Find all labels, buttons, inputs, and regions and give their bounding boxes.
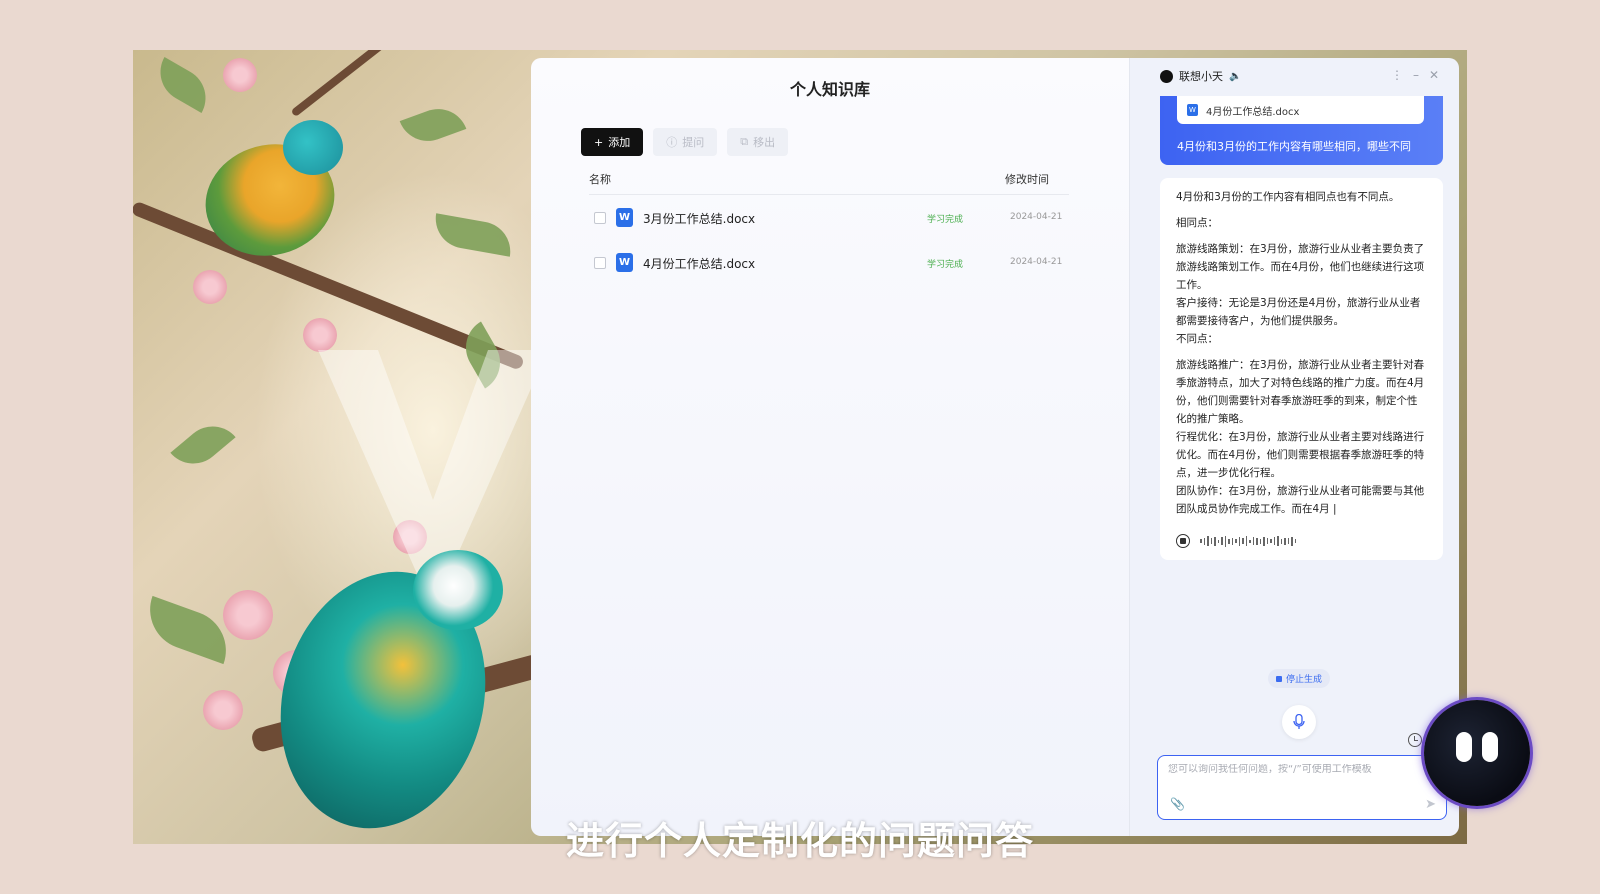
remove-button[interactable]: ⧉ 移出 xyxy=(727,128,789,156)
ask-button-label: 提问 xyxy=(682,136,705,149)
add-button-label: 添加 xyxy=(608,136,631,149)
close-icon[interactable]: ✕ xyxy=(1429,68,1439,82)
learn-status: 学习完成 xyxy=(927,260,964,270)
learn-status: 学习完成 xyxy=(927,215,964,225)
leaf xyxy=(138,595,238,665)
stop-generation-label: 停止生成 xyxy=(1286,675,1323,685)
column-name: 名称 xyxy=(589,173,611,186)
user-message-text: 4月份和3月份的工作内容有哪些相同，哪些不同 xyxy=(1177,140,1411,153)
table-row[interactable]: W 3月份工作总结.docx 学习完成 2024-04-21 xyxy=(589,203,1069,233)
leaf xyxy=(399,100,467,150)
stop-playback-icon[interactable] xyxy=(1176,534,1190,548)
assistant-logo-icon xyxy=(1160,69,1173,83)
stop-generation-button[interactable]: 停止生成 xyxy=(1268,669,1331,688)
stop-square-icon xyxy=(1276,675,1282,682)
voice-playback xyxy=(1176,534,1296,548)
attachment-card[interactable]: W 4月份工作总结.docx xyxy=(1177,96,1424,124)
window-controls: ⋮ – ✕ xyxy=(1391,68,1439,82)
plus-icon: + xyxy=(594,135,604,149)
audio-waveform xyxy=(1200,535,1296,547)
more-icon[interactable]: ⋮ xyxy=(1391,68,1403,82)
bird-lower-head xyxy=(413,550,503,630)
reply-diff-item: 行程优化：在3月份，旅游行业从业者主要对线路进行优化。而在4月份，他们则需要根据… xyxy=(1176,431,1425,479)
word-doc-icon: W xyxy=(616,253,633,272)
microphone-button[interactable] xyxy=(1282,705,1316,739)
user-message-bubble: W 4月份工作总结.docx 4月份和3月份的工作内容有哪些相同，哪些不同 xyxy=(1160,96,1443,165)
word-doc-icon: W xyxy=(1187,104,1198,116)
assistant-reply: 4月份和3月份的工作内容有相同点也有不同点。 相同点： 旅游线路策划：在3月份，… xyxy=(1160,178,1443,560)
attachment-name: 4月份工作总结.docx xyxy=(1206,106,1300,118)
blossom xyxy=(203,690,243,730)
assistant-name: 联想小天 xyxy=(1179,70,1223,83)
branch xyxy=(290,50,485,118)
file-date: 2024-04-21 xyxy=(1010,257,1063,267)
blossom xyxy=(303,318,337,352)
attach-icon[interactable]: 📎 xyxy=(1170,797,1185,811)
avatar-eye xyxy=(1482,732,1498,762)
export-icon: ⧉ xyxy=(740,135,749,148)
reply-same-item: 旅游线路策划：在3月份，旅游行业从业者主要负责了旅游线路策划工作。而在4月份，他… xyxy=(1176,243,1425,291)
reply-intro: 4月份和3月份的工作内容有相同点也有不同点。 xyxy=(1176,191,1400,203)
file-name[interactable]: 4月份工作总结.docx xyxy=(643,255,755,272)
remove-button-label: 移出 xyxy=(753,136,776,149)
chat-input[interactable] xyxy=(1168,764,1433,775)
avatar-eye xyxy=(1456,732,1472,762)
assistant-header: 联想小天 🔈 xyxy=(1160,68,1241,84)
bird-upper-head xyxy=(283,120,343,175)
reply-same-item: 客户接待：无论是3月份还是4月份，旅游行业从业者都需要接待客户，为他们提供服务。 xyxy=(1176,297,1421,327)
table-row[interactable]: W 4月份工作总结.docx 学习完成 2024-04-21 xyxy=(589,248,1069,278)
ask-button[interactable]: ⓘ 提问 xyxy=(653,128,718,156)
leaf xyxy=(170,414,236,476)
question-icon: ⓘ xyxy=(666,136,678,149)
video-subtitle: 进行个人定制化的问题问答 xyxy=(565,819,1034,863)
add-button[interactable]: + 添加 xyxy=(581,128,644,156)
word-doc-icon: W xyxy=(616,208,633,227)
leaf xyxy=(149,57,217,113)
file-date: 2024-04-21 xyxy=(1010,212,1063,222)
reply-diff-item: 团队协作：在3月份，旅游行业从业者可能需要与其他团队成员协作完成工作。而在4月 … xyxy=(1176,485,1425,515)
page-title: 个人知识库 xyxy=(789,80,870,99)
row-checkbox[interactable] xyxy=(594,212,606,224)
minimize-icon[interactable]: – xyxy=(1413,68,1419,82)
reply-same-heading: 相同点： xyxy=(1176,217,1218,229)
microphone-icon xyxy=(1293,714,1305,729)
column-modified: 修改时间 xyxy=(1005,173,1049,186)
reply-diff-heading: 不同点： xyxy=(1176,333,1218,345)
assistant-panel: 联想小天 🔈 ⋮ – ✕ W 4月份工作总结.docx 4月份和3月份的工作内容… xyxy=(1129,58,1459,836)
blossom xyxy=(223,58,257,92)
assistant-avatar[interactable] xyxy=(1424,700,1530,806)
blossom xyxy=(193,270,227,304)
row-checkbox[interactable] xyxy=(594,257,606,269)
file-name[interactable]: 3月份工作总结.docx xyxy=(643,210,755,227)
history-icon[interactable] xyxy=(1408,733,1422,747)
blossom xyxy=(223,590,273,640)
reply-diff-item: 旅游线路推广：在3月份，旅游行业从业者主要针对春季旅游特点，加大了对特色线路的推… xyxy=(1176,359,1425,425)
knowledge-base-window: 个人知识库 + 添加 ⓘ 提问 ⧉ 移出 名称 修改时间 W 3月份工作总结.d… xyxy=(531,58,1129,836)
speaker-icon[interactable]: 🔈 xyxy=(1229,71,1241,82)
table-header: 名称 修改时间 xyxy=(589,171,1069,195)
toolbar: + 添加 ⓘ 提问 ⧉ 移出 xyxy=(581,128,789,156)
